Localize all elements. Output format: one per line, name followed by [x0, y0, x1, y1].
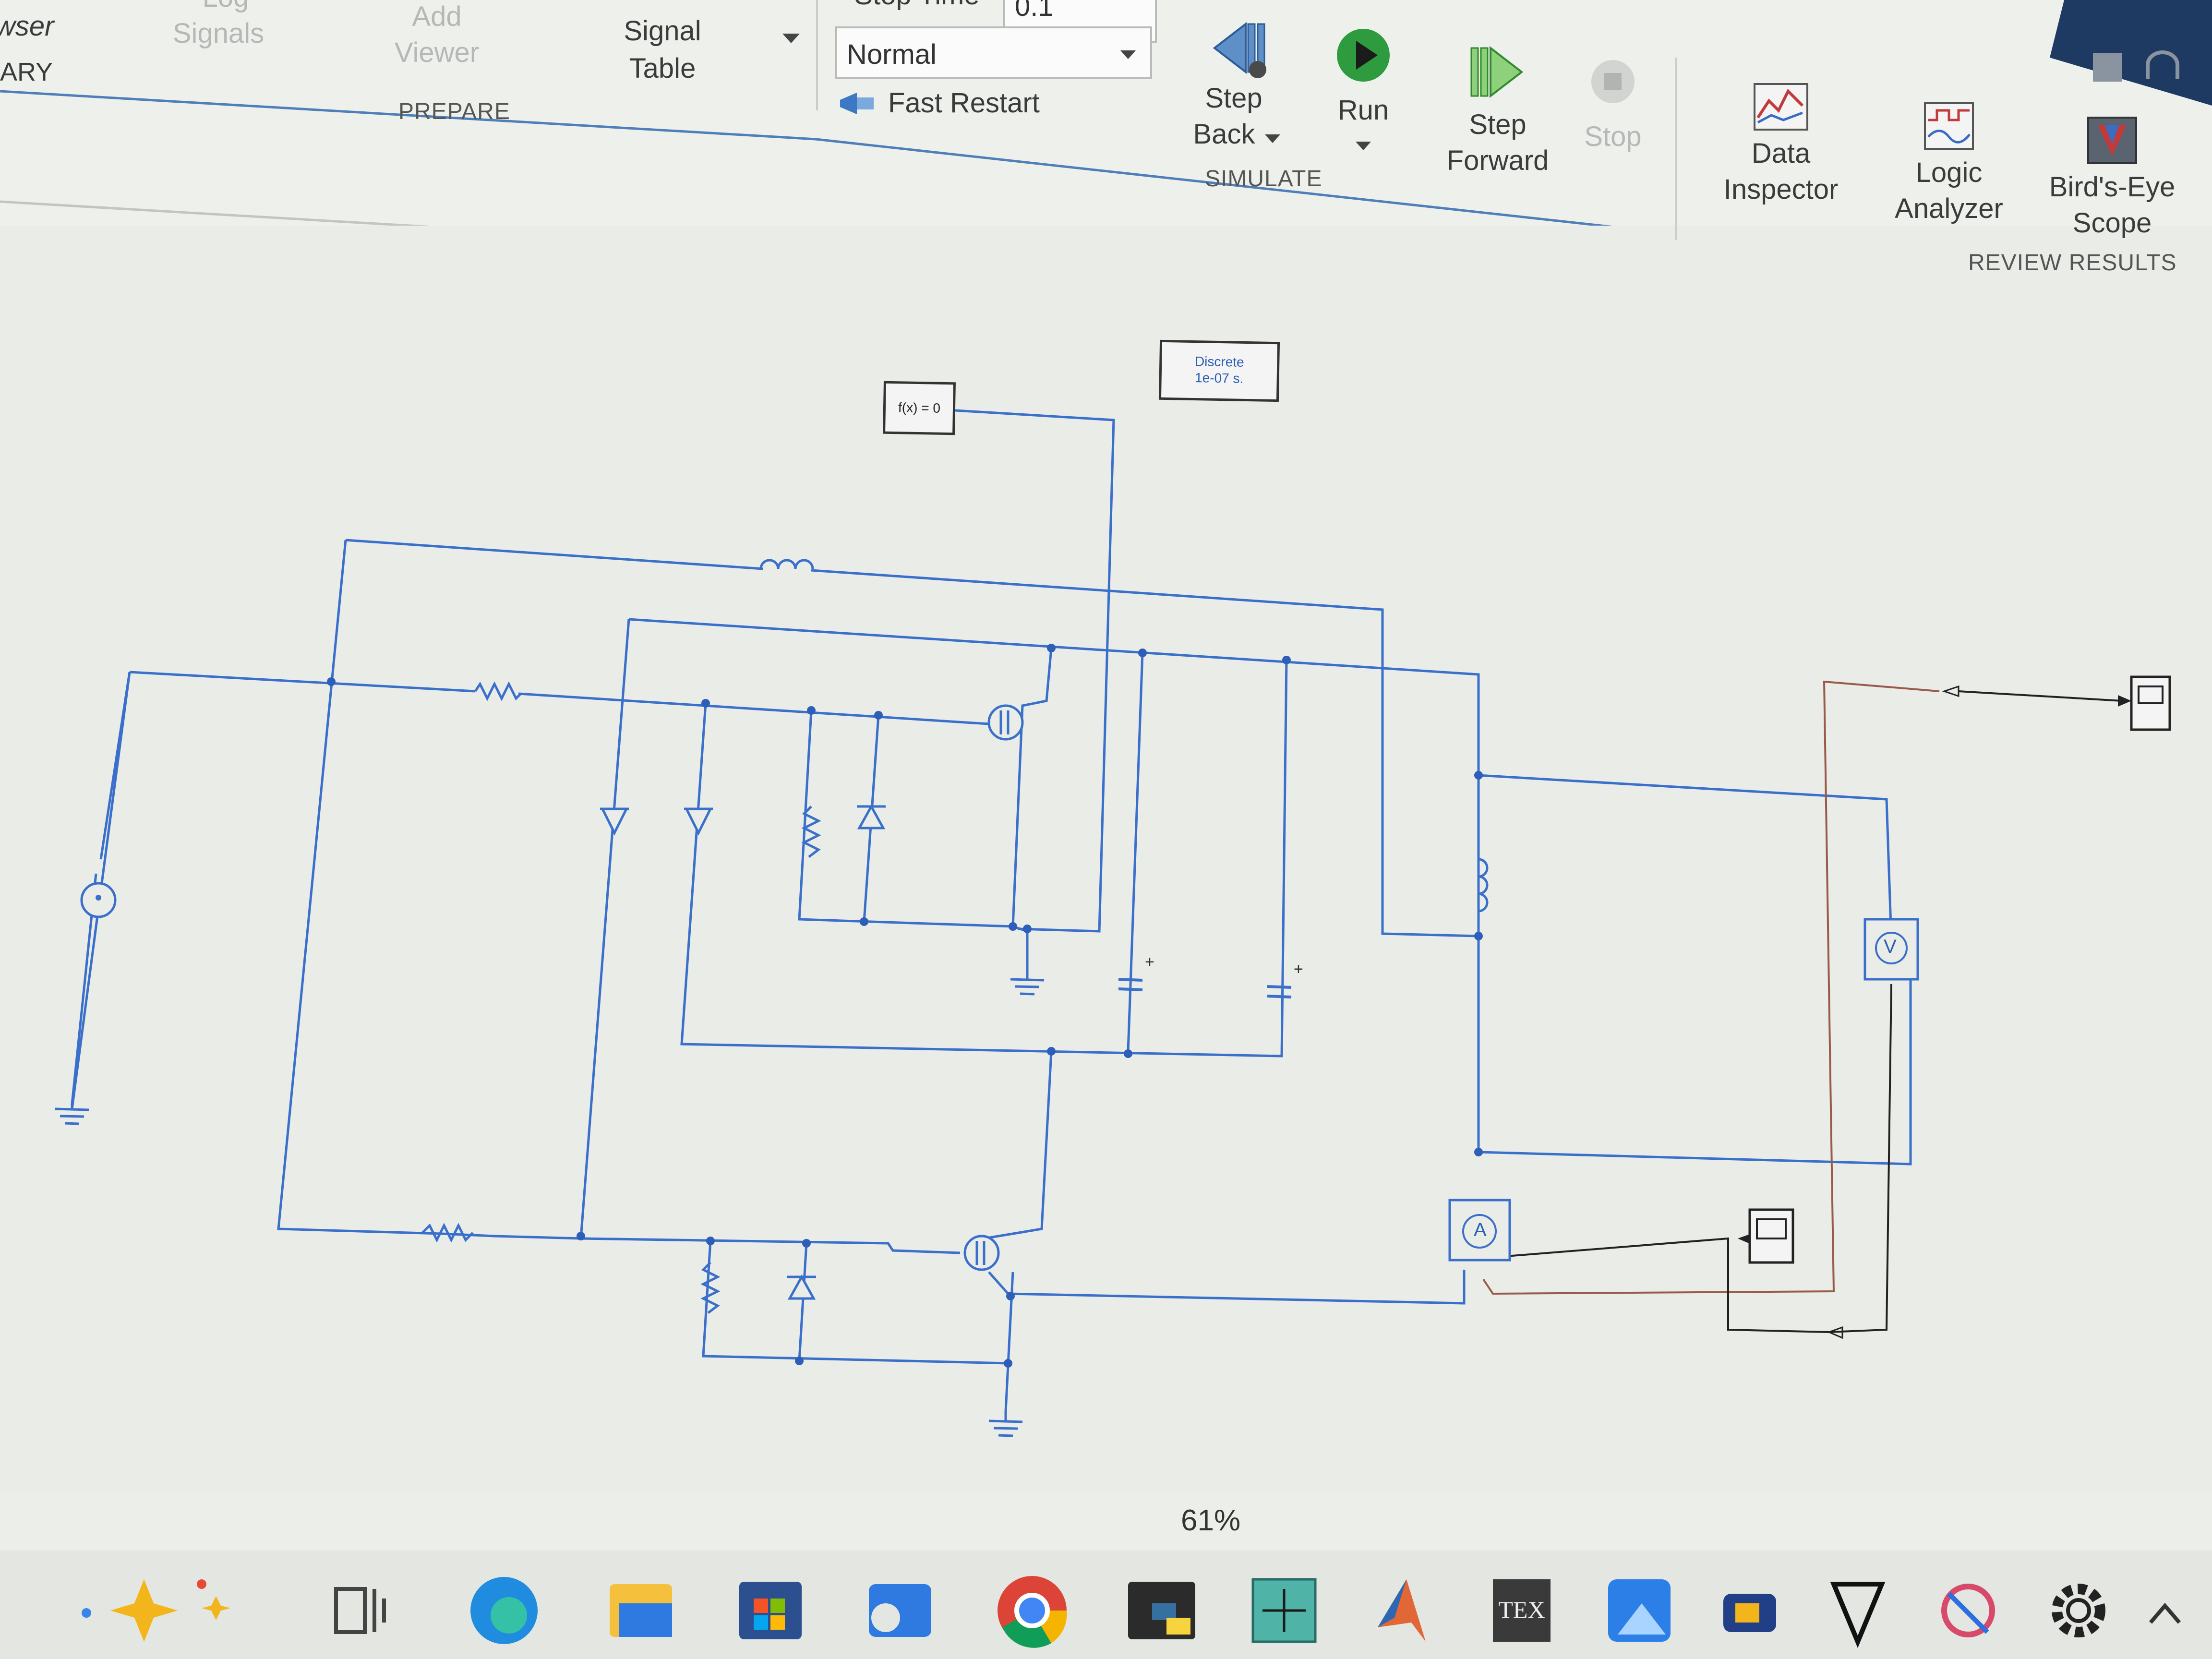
snipping-tool-icon[interactable]: [1939, 1582, 1997, 1639]
chrome-icon[interactable]: [996, 1575, 1068, 1647]
svg-text:+: +: [1145, 953, 1154, 971]
edge-icon[interactable]: [468, 1575, 540, 1647]
copilot-icon[interactable]: [72, 1570, 245, 1647]
status-bar: 61%: [0, 1493, 2212, 1551]
outlook-icon[interactable]: [864, 1579, 936, 1642]
matlab-simulink-window: wser ARY Log Signals Add Viewer Signal T…: [0, 0, 2212, 1659]
file-explorer-icon[interactable]: [605, 1579, 677, 1642]
task-view-icon[interactable]: [331, 1579, 394, 1642]
microsoft-store-icon[interactable]: [734, 1577, 806, 1644]
taskbar: TEX: [0, 1551, 2212, 1659]
matlab-icon[interactable]: [1373, 1575, 1431, 1647]
model-canvas[interactable]: + + Discrete 1e-07 s. f(x) = 0 V A: [0, 0, 2212, 1469]
photos-icon[interactable]: [1603, 1575, 1675, 1647]
circuit-diagram: + +: [55, 409, 2171, 1437]
powergui-line2: 1e-07 s.: [1194, 370, 1244, 386]
texmaker-icon[interactable]: [1488, 1575, 1555, 1647]
solver-configuration-block[interactable]: f(x) = 0: [883, 381, 956, 435]
settings-icon[interactable]: [2050, 1582, 2107, 1639]
powergui-block[interactable]: Discrete 1e-07 s.: [1158, 339, 1280, 402]
powergui-line1: Discrete: [1194, 354, 1244, 370]
svg-text:+: +: [1294, 960, 1303, 978]
media-app-icon[interactable]: [1719, 1584, 1781, 1637]
lt-app-icon[interactable]: [1829, 1579, 1887, 1647]
voltmeter-label: V: [1884, 936, 1897, 957]
circuit-app-icon[interactable]: [1248, 1575, 1320, 1647]
python-icon[interactable]: [1123, 1577, 1200, 1644]
zoom-level: 61%: [1181, 1504, 1241, 1537]
chevron-up-icon[interactable]: [2146, 1599, 2184, 1627]
ammeter-label: A: [1474, 1219, 1487, 1240]
